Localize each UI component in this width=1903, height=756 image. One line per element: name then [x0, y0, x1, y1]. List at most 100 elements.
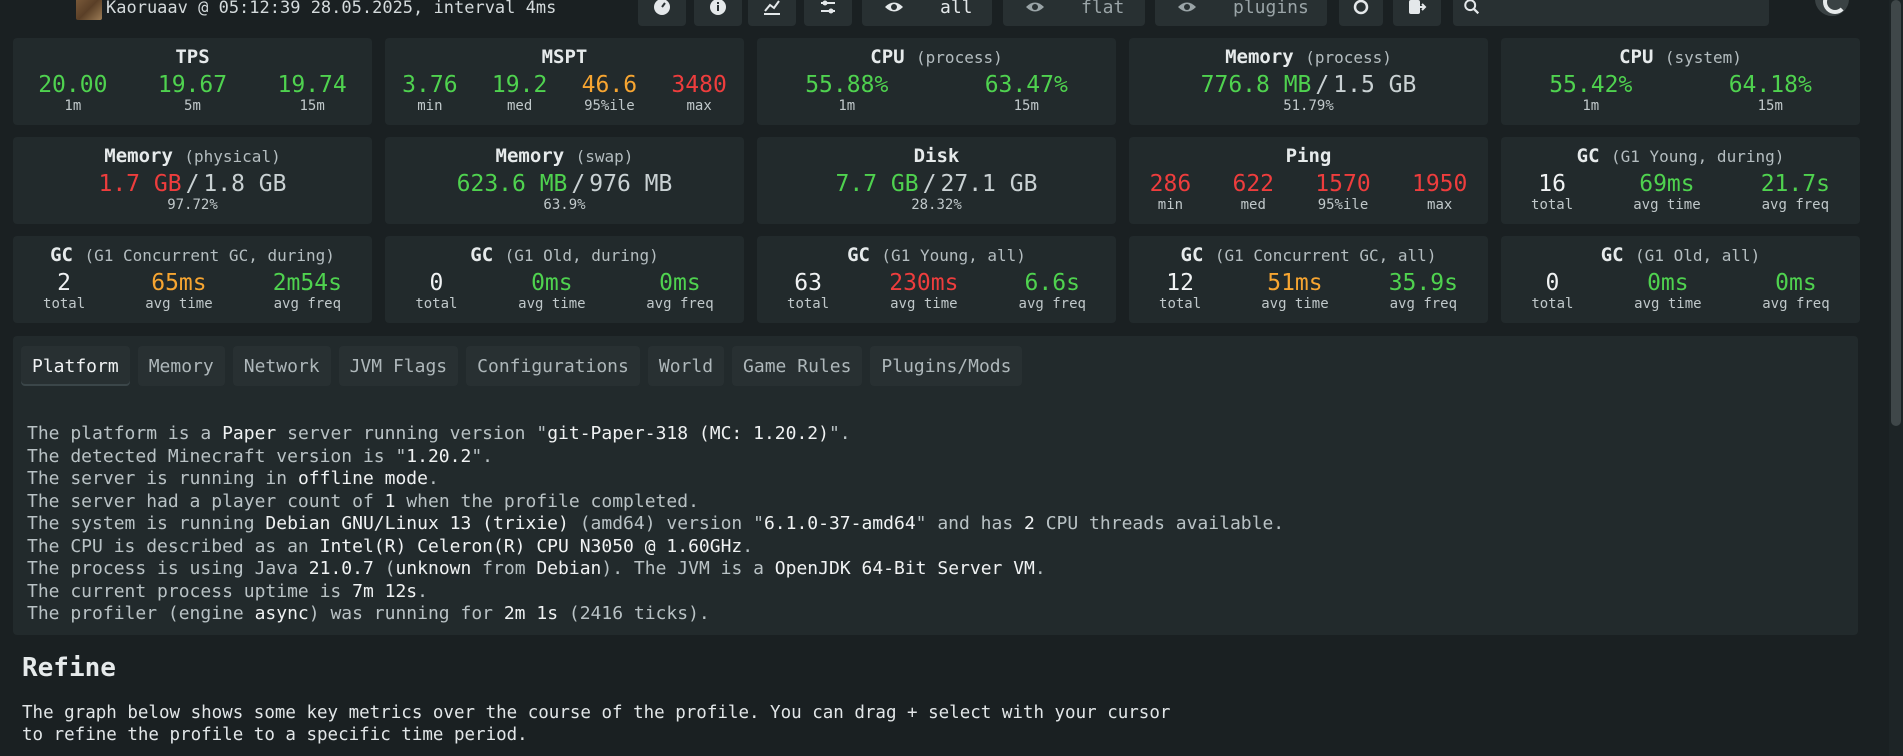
ping-95: 1570 — [1315, 171, 1371, 197]
system-line: The system is running Debian GNU/Linux 1… — [27, 513, 1285, 534]
card-title: GC (G1 Young, during) — [1576, 145, 1785, 167]
memory-physical-total: 1.8 GB — [203, 171, 287, 197]
toggle-flat-label: flat — [1081, 0, 1125, 18]
card-title: GC (G1 Concurrent GC, all) — [1180, 244, 1437, 266]
ping-max: 1950 — [1411, 171, 1468, 197]
eye-icon — [1178, 2, 1196, 12]
gc-avg-freq: 35.9s — [1388, 270, 1458, 296]
toggle-flat[interactable]: flat — [1003, 0, 1145, 26]
gc-young-all-card: GC (G1 Young, all) 63 total 230ms avg time… — [757, 236, 1116, 323]
scrollbar[interactable] — [1889, 0, 1903, 756]
gc-avg-time: 0ms — [531, 270, 573, 296]
eye-icon — [1026, 2, 1044, 12]
cpu-system-1m: 55.42% — [1549, 72, 1633, 98]
tab-jvm-flags[interactable]: JVM Flags — [338, 346, 459, 386]
memory-swap-used: 623.6 MB — [456, 171, 568, 197]
refine-heading: Refine — [22, 653, 116, 683]
gc-concurrent-during-card: GC (G1 Concurrent GC, during) 2 total 65m… — [13, 236, 372, 323]
ping-min: 286 — [1149, 171, 1192, 197]
cpu-line: The CPU is described as an Intel(R) Cele… — [27, 535, 754, 557]
cpu-process-15m: 63.47% — [984, 72, 1068, 98]
refresh-icon — [1353, 0, 1369, 15]
tab-configurations[interactable]: Configurations — [466, 346, 640, 386]
card-title: GC (G1 Old, during) — [470, 244, 659, 266]
player-count-line: The server had a player count of 1 when … — [27, 490, 699, 512]
card-title: CPU (process) — [870, 46, 1003, 68]
refine-description: The graph below shows some key metrics o… — [22, 703, 1171, 745]
cpu-process-card: CPU (process) 55.88% 1m 63.47% 15m — [757, 38, 1116, 125]
disk-card: Disk 7.7 GB/27.1 GB 28.32% — [757, 137, 1116, 224]
gc-total: 0 — [1545, 270, 1560, 296]
tab-memory[interactable]: Memory — [137, 346, 225, 386]
memory-process-used: 776.8 MB — [1200, 72, 1312, 98]
info-button[interactable] — [694, 0, 742, 26]
card-title: CPU (system) — [1619, 46, 1742, 68]
memory-process-total: 1.5 GB — [1333, 72, 1417, 98]
gc-avg-freq: 6.6s — [1024, 270, 1080, 296]
card-title: Ping — [1285, 145, 1332, 167]
toggle-all[interactable]: all — [862, 0, 992, 26]
search-box[interactable] — [1453, 0, 1769, 26]
gauge-icon — [654, 0, 670, 15]
memory-physical-used: 1.7 GB — [98, 171, 182, 197]
ping-card: Ping 286 min 622 med 1570 95%ile 1950 max — [1129, 137, 1488, 224]
gc-avg-time: 51ms — [1267, 270, 1323, 296]
memory-physical-pct: 97.72% — [167, 197, 218, 213]
tab-game-rules[interactable]: Game Rules — [732, 346, 863, 386]
toggle-plugins[interactable]: plugins — [1155, 0, 1327, 26]
gc-avg-freq: 21.7s — [1760, 171, 1830, 197]
memory-physical-card: Memory (physical) 1.7 GB/1.8 GB 97.72% — [13, 137, 372, 224]
toggle-plugins-label: plugins — [1233, 0, 1309, 18]
mspt-min: 3.76 — [402, 72, 458, 98]
gc-young-during-card: GC (G1 Young, during) 16 total 69ms avg ti… — [1501, 137, 1860, 224]
memory-swap-card: Memory (swap) 623.6 MB/976 MB 63.9% — [385, 137, 744, 224]
minecraft-version-line: The detected Minecraft version is "1.20.… — [27, 445, 494, 467]
tab-world[interactable]: World — [647, 346, 725, 386]
stats-grid: TPS 20.00 1m 19.67 5m 19.74 15m MSPT 3.76 mi… — [13, 38, 1860, 323]
export-button[interactable] — [1393, 0, 1441, 26]
card-title: Memory (process) — [1225, 46, 1392, 68]
player-avatar — [76, 0, 102, 20]
disk-pct: 28.32% — [911, 197, 962, 213]
memory-process-card: Memory (process) 776.8 MB/1.5 GB 51.79% — [1129, 38, 1488, 125]
tab-plugins-mods[interactable]: Plugins/Mods — [870, 346, 1023, 386]
mspt-95: 46.6 — [581, 72, 638, 98]
memory-process-pct: 51.79% — [1283, 98, 1334, 114]
gc-avg-time: 230ms — [889, 270, 959, 296]
eye-icon — [885, 2, 903, 12]
tps-15m: 19.74 — [277, 72, 347, 98]
graph-button[interactable] — [748, 0, 796, 26]
cpu-process-1m: 55.88% — [805, 72, 889, 98]
gc-avg-freq: 0ms — [1775, 270, 1817, 296]
card-title: GC (G1 Old, all) — [1600, 244, 1761, 266]
overview-button[interactable] — [638, 0, 686, 26]
spark-logo-icon[interactable] — [1815, 0, 1849, 16]
search-icon — [1464, 0, 1480, 15]
cpu-system-card: CPU (system) 55.42% 1m 64.18% 15m — [1501, 38, 1860, 125]
card-title: TPS — [175, 46, 210, 68]
mspt-med: 19.2 — [491, 72, 548, 98]
mspt-max: 3480 — [671, 72, 727, 98]
card-title: Memory (swap) — [495, 145, 634, 167]
card-title: GC (G1 Concurrent GC, during) — [50, 244, 335, 266]
gc-concurrent-all-card: GC (G1 Concurrent GC, all) 12 total 51ms a… — [1129, 236, 1488, 323]
tab-network[interactable]: Network — [232, 346, 331, 386]
ping-med: 622 — [1232, 171, 1275, 197]
uptime-line: The current process uptime is 7m 12s. — [27, 580, 428, 602]
export-icon — [1409, 0, 1427, 14]
sliders-icon — [821, 0, 835, 14]
platform-details: The platform is a Paper server running v… — [27, 423, 1284, 626]
memory-swap-total: 976 MB — [589, 171, 673, 197]
gc-total: 16 — [1538, 171, 1566, 197]
reset-button[interactable] — [1339, 0, 1383, 26]
settings-button[interactable] — [804, 0, 852, 26]
card-title: Disk — [913, 145, 960, 167]
mspt-card: MSPT 3.76 min 19.2 med 46.6 95%ile 3480 max — [385, 38, 744, 125]
gc-total: 12 — [1166, 270, 1194, 296]
gc-total: 63 — [794, 270, 822, 296]
gc-avg-time: 65ms — [151, 270, 207, 296]
scrollbar-thumb[interactable] — [1891, 0, 1901, 426]
cpu-system-15m: 64.18% — [1728, 72, 1812, 98]
info-icon — [710, 0, 726, 15]
tab-platform[interactable]: Platform — [21, 346, 130, 386]
